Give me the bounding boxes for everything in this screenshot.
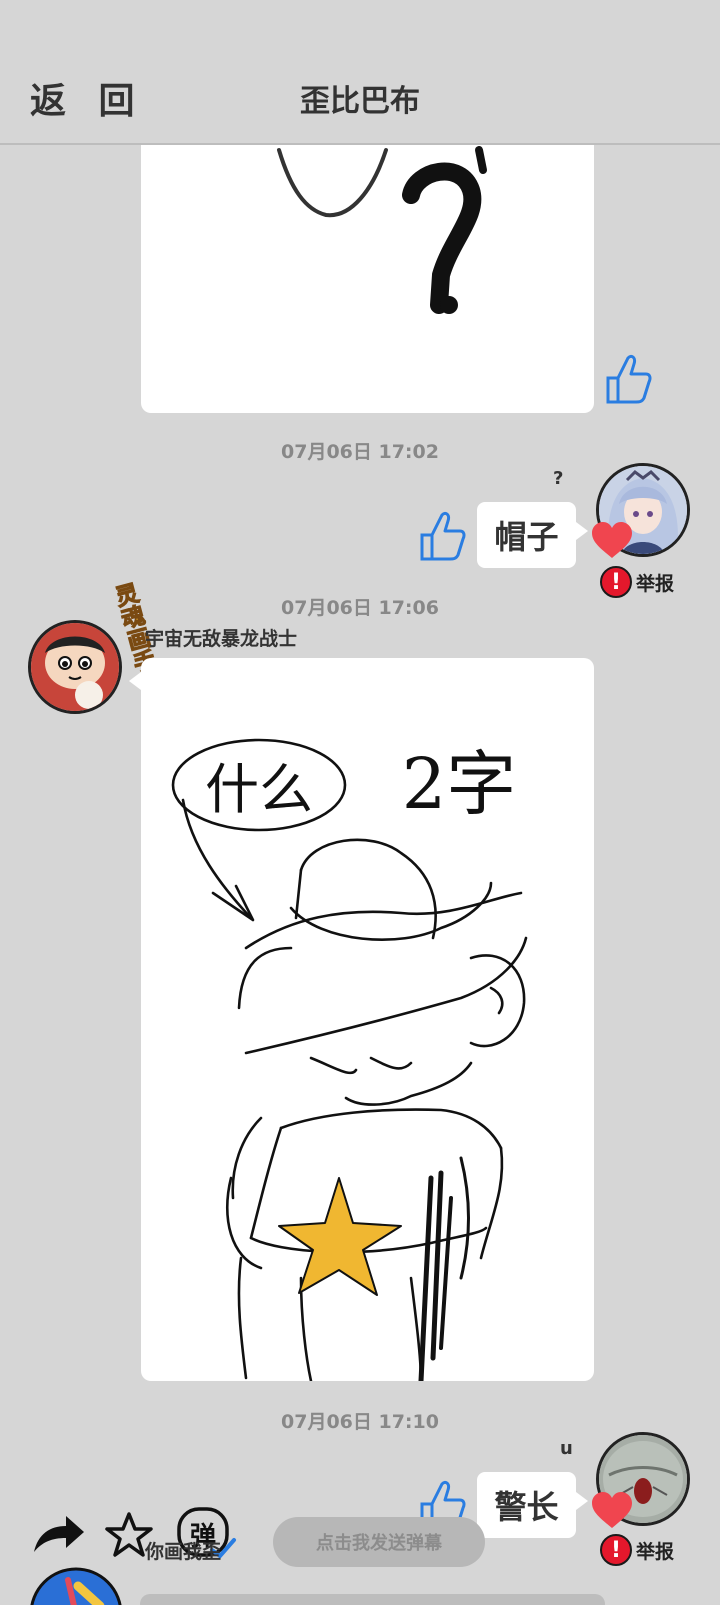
drawing-canvas [277, 146, 487, 314]
page-title: 歪比巴布 [300, 84, 420, 119]
timestamp: 07月06日 17:02 [281, 441, 439, 463]
user-tag: ? [553, 468, 564, 489]
game-label: 你画我歪 [145, 1541, 222, 1563]
game-logo[interactable] [28, 1566, 124, 1605]
timestamp: 07月06日 17:10 [281, 1411, 439, 1433]
bottom-toolbar: 弹 点击我发送弹幕 你画我歪 [0, 1490, 720, 1605]
comment-input[interactable] [140, 1594, 605, 1605]
drawing-canvas: 什么 2字 [171, 738, 528, 1381]
drawing-bubble-text: 什么 [205, 758, 313, 821]
like-icon[interactable] [604, 352, 652, 406]
drawing-card[interactable] [141, 110, 594, 413]
send-danmu-button[interactable]: 点击我发送弹幕 [273, 1517, 485, 1567]
share-icon[interactable] [30, 1512, 86, 1560]
sender-name: 宇宙无敌暴龙战士 [145, 628, 298, 650]
bubble-tail [129, 672, 141, 690]
drawing-card[interactable]: 什么 2字 [141, 658, 594, 1381]
heart-icon[interactable] [590, 520, 634, 564]
user-tag: u [560, 1438, 573, 1459]
guess-bubble: 帽子 [477, 502, 576, 568]
report-label: 举报 [636, 572, 675, 595]
like-icon[interactable] [418, 509, 466, 563]
drawing-text: 2字 [402, 743, 517, 825]
bubble-tail [576, 522, 588, 540]
top-bar: 返 回 歪比巴布 [0, 0, 720, 145]
